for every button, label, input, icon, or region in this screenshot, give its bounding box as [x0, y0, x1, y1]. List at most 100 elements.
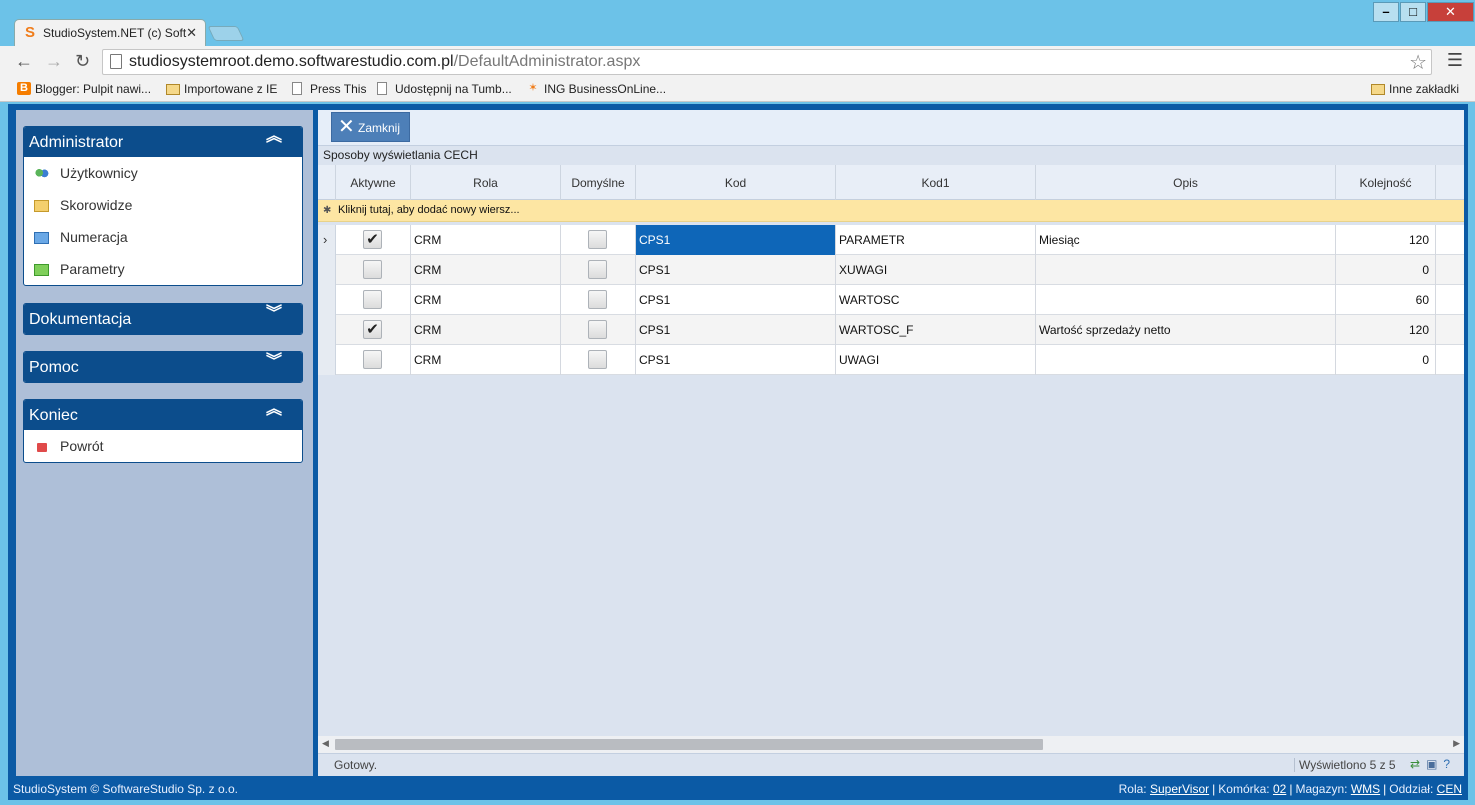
cell-kod[interactable]: CPS1	[636, 285, 836, 315]
address-bar[interactable]: studiosystemroot.demo.softwarestudio.com…	[102, 49, 1432, 75]
row-pointer-icon[interactable]: ›	[318, 225, 336, 255]
checkbox-unchecked[interactable]	[588, 260, 607, 279]
cell-opis[interactable]	[1036, 255, 1336, 285]
table-row[interactable]: CRM CPS1 WARTOSC 60	[318, 285, 1464, 315]
checkbox-unchecked[interactable]	[588, 320, 607, 339]
cell-opis[interactable]	[1036, 285, 1336, 315]
folder-icon	[166, 84, 180, 95]
help-icon[interactable]: ?	[1443, 757, 1456, 771]
cell-rola[interactable]: CRM	[411, 345, 561, 375]
cell-kod[interactable]: CPS1	[636, 255, 836, 285]
row-selector[interactable]	[318, 315, 336, 345]
komorka-link[interactable]: 02	[1273, 782, 1286, 796]
checkbox-unchecked[interactable]	[588, 350, 607, 369]
cell-opis[interactable]: Miesiąc	[1036, 225, 1336, 255]
cell-rola[interactable]: CRM	[411, 255, 561, 285]
panel-header-koniec[interactable]: Koniec ︽	[24, 400, 302, 430]
cell-kod1[interactable]: PARAMETR	[836, 225, 1036, 255]
sidebar-item-label: Powrót	[60, 438, 104, 454]
column-header-kolejnosc[interactable]: Kolejność	[1336, 165, 1436, 200]
close-button[interactable]: ✕ Zamknij	[331, 112, 410, 142]
cell-kolejnosc[interactable]: 0	[1336, 345, 1436, 375]
sidebar-item-parametry[interactable]: Parametry	[24, 253, 302, 285]
bookmark-item[interactable]: Press This	[292, 82, 366, 96]
browser-menu-icon[interactable]: ☰	[1447, 50, 1463, 71]
cell-kolejnosc[interactable]: 120	[1336, 225, 1436, 255]
column-header-rola[interactable]: Rola	[411, 165, 561, 200]
close-tab-icon[interactable]: ✕	[186, 25, 197, 41]
column-header-kod[interactable]: Kod	[636, 165, 836, 200]
maximize-button[interactable]: □	[1400, 2, 1426, 22]
back-arrow-icon[interactable]: ←	[15, 51, 33, 71]
table-row[interactable]: ✔ CRM CPS1 WARTOSC_F Wartość sprzedaży n…	[318, 315, 1464, 345]
table-row[interactable]: CRM CPS1 UWAGI 0	[318, 345, 1464, 375]
cell-kolejnosc[interactable]: 120	[1336, 315, 1436, 345]
bookmark-star-icon[interactable]: ☆	[1409, 50, 1427, 75]
window-close-button[interactable]: ✕	[1427, 2, 1474, 22]
cell-kolejnosc[interactable]: 0	[1336, 255, 1436, 285]
scroll-right-arrow-icon[interactable]: ▶	[1453, 738, 1460, 749]
panel-header-pomoc[interactable]: Pomoc ︾	[24, 352, 302, 382]
table-row[interactable]: CRM CPS1 XUWAGI 0	[318, 255, 1464, 285]
panel-header-dokumentacja[interactable]: Dokumentacja ︾	[24, 304, 302, 334]
cell-opis[interactable]: Wartość sprzedaży netto	[1036, 315, 1336, 345]
horizontal-scrollbar[interactable]: ◀ ▶	[318, 736, 1464, 753]
bookmark-item[interactable]: ✶ ING BusinessOnLine...	[526, 82, 666, 96]
chevron-down-icon[interactable]: ︾	[266, 306, 282, 322]
export-icon[interactable]: ▣	[1426, 757, 1443, 771]
scrollbar-thumb[interactable]	[335, 739, 1043, 750]
sidebar-item-uzytkownicy[interactable]: Użytkownicy	[24, 157, 302, 189]
column-header-kod1[interactable]: Kod1	[836, 165, 1036, 200]
checkbox-unchecked[interactable]	[363, 260, 382, 279]
oddzial-link[interactable]: CEN	[1437, 782, 1462, 796]
other-bookmarks[interactable]: Inne zakładki	[1371, 82, 1459, 96]
panel-header-administrator[interactable]: Administrator ︽	[24, 127, 302, 157]
row-selector[interactable]	[318, 255, 336, 285]
chevron-up-icon[interactable]: ︽	[266, 402, 282, 418]
add-new-row[interactable]: ✱ Kliknij tutaj, aby dodać nowy wiersz..…	[318, 200, 1464, 222]
cell-kod-selected[interactable]: CPS1	[636, 225, 836, 255]
record-count: Wyświetlono 5 z 5	[1294, 758, 1396, 772]
browser-tab[interactable]: S StudioSystem.NET (c) Soft ✕	[14, 19, 206, 46]
scroll-left-arrow-icon[interactable]: ◀	[322, 738, 329, 749]
reload-icon[interactable]: ↻	[75, 51, 90, 71]
cell-kod[interactable]: CPS1	[636, 315, 836, 345]
bookmark-item[interactable]: B Blogger: Pulpit nawi...	[17, 82, 151, 96]
column-header-opis[interactable]: Opis	[1036, 165, 1336, 200]
cell-kod[interactable]: CPS1	[636, 345, 836, 375]
cell-rola[interactable]: CRM	[411, 285, 561, 315]
cell-kod1[interactable]: WARTOSC_F	[836, 315, 1036, 345]
checkbox-unchecked[interactable]	[363, 350, 382, 369]
panel-administrator: Administrator ︽ Użytkownicy Skorowidze N…	[23, 126, 303, 286]
forward-arrow-icon[interactable]: →	[45, 51, 63, 71]
chevron-up-icon[interactable]: ︽	[266, 129, 282, 145]
sidebar-item-skorowidze[interactable]: Skorowidze	[24, 189, 302, 221]
column-header-aktywne[interactable]: Aktywne	[336, 165, 411, 200]
column-header-domyslne[interactable]: Domyślne	[561, 165, 636, 200]
cell-kod1[interactable]: UWAGI	[836, 345, 1036, 375]
cell-kod1[interactable]: WARTOSC	[836, 285, 1036, 315]
minimize-button[interactable]: –	[1373, 2, 1399, 22]
row-selector[interactable]	[318, 285, 336, 315]
cell-opis[interactable]	[1036, 345, 1336, 375]
sidebar-item-numeracja[interactable]: Numeracja	[24, 221, 302, 253]
checkbox-unchecked[interactable]	[363, 290, 382, 309]
table-row[interactable]: › ✔ CRM CPS1 PARAMETR Miesiąc 120	[318, 225, 1464, 255]
new-tab-button[interactable]	[207, 26, 245, 41]
chevron-down-icon[interactable]: ︾	[266, 354, 282, 370]
row-selector[interactable]	[318, 345, 336, 375]
checkbox-checked[interactable]: ✔	[363, 320, 382, 339]
rola-link[interactable]: SuperVisor	[1150, 782, 1209, 796]
checkbox-unchecked[interactable]	[588, 230, 607, 249]
sidebar-item-powrot[interactable]: Powrót	[24, 430, 302, 462]
cell-kolejnosc[interactable]: 60	[1336, 285, 1436, 315]
bookmark-item[interactable]: Udostępnij na Tumb...	[377, 82, 512, 96]
refresh-icon[interactable]: ⇄	[1410, 757, 1426, 771]
cell-rola[interactable]: CRM	[411, 315, 561, 345]
bookmark-item[interactable]: Importowane z IE	[166, 82, 277, 96]
cell-kod1[interactable]: XUWAGI	[836, 255, 1036, 285]
magazyn-link[interactable]: WMS	[1351, 782, 1380, 796]
checkbox-unchecked[interactable]	[588, 290, 607, 309]
checkbox-checked[interactable]: ✔	[363, 230, 382, 249]
cell-rola[interactable]: CRM	[411, 225, 561, 255]
